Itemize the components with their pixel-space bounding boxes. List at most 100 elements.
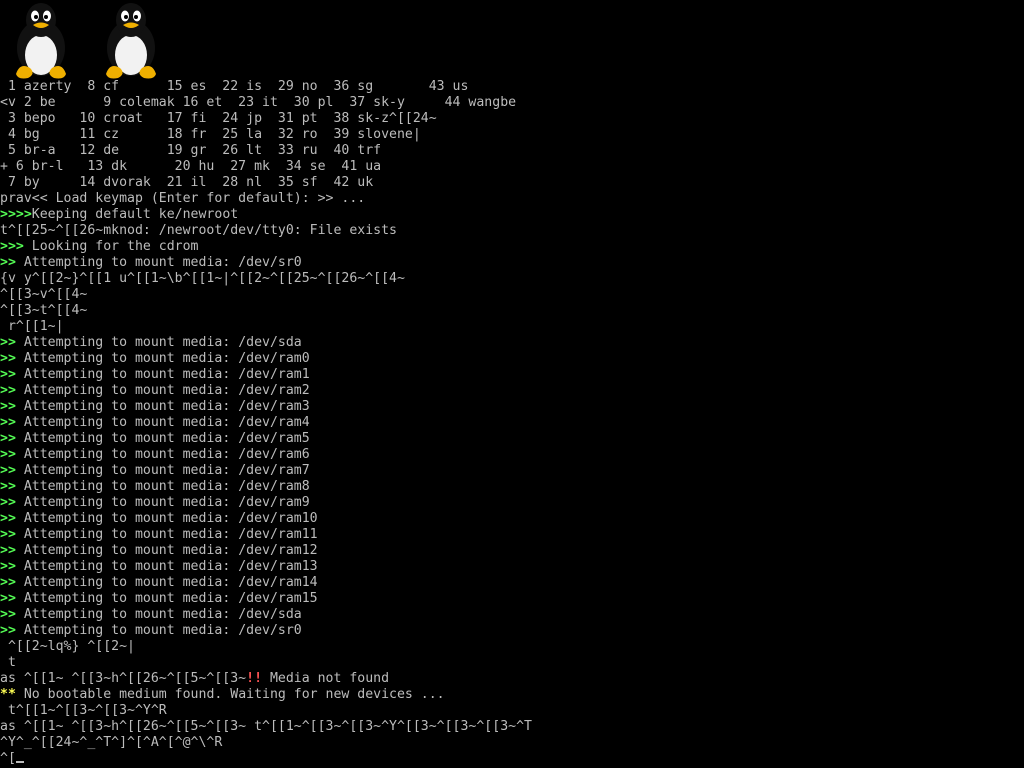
console-line: >> Attempting to mount media: /dev/ram6	[0, 447, 1024, 463]
line-prefix: >>	[0, 479, 16, 494]
console-line: >> Attempting to mount media: /dev/ram0	[0, 351, 1024, 367]
console-line: t^[[1~^[[3~^[[3~^Y^R	[0, 703, 1024, 719]
line-text: Attempting to mount media: /dev/ram15	[15, 591, 318, 606]
line-text: + 6 br-l 13 dk 20 hu 27 mk 34 se 41 ua	[0, 159, 382, 174]
console-line: as ^[[1~ ^[[3~h^[[26~^[[5~^[[3~ t^[[1~^[…	[0, 719, 1024, 735]
line-prefix: >>	[0, 383, 16, 398]
line-prefix: >>	[0, 543, 16, 558]
console-line: t	[0, 655, 1024, 671]
line-text: Attempting to mount media: /dev/ram12	[15, 543, 318, 558]
console-line: >> Attempting to mount media: /dev/ram4	[0, 415, 1024, 431]
console-line: t^[[25~^[[26~mknod: /newroot/dev/tty0: F…	[0, 223, 1024, 239]
console-line: ^[	[0, 751, 1024, 767]
text-cursor[interactable]	[15, 761, 24, 763]
line-prefix: >>	[0, 527, 16, 542]
console-line: prav<< Load keymap (Enter for default): …	[0, 191, 1024, 207]
line-text: Attempting to mount media: /dev/ram5	[15, 431, 310, 446]
line-prefix: >>	[0, 575, 16, 590]
console-line: 5 br-a 12 de 19 gr 26 lt 33 ru 40 trf	[0, 143, 1024, 159]
console-line: 4 bg 11 cz 18 fr 25 la 32 ro 39 slovene|	[0, 127, 1024, 143]
console-line: as ^[[1~ ^[[3~h^[[26~^[[5~^[[3~!! Media …	[0, 671, 1024, 687]
line-text: as ^[[1~ ^[[3~h^[[26~^[[5~^[[3~	[0, 671, 247, 686]
line-prefix: >>	[0, 495, 16, 510]
line-prefix: >>	[0, 335, 16, 350]
line-text: Attempting to mount media: /dev/ram1	[15, 367, 310, 382]
error-text: Media not found	[262, 671, 390, 686]
console-line: >>> Looking for the cdrom	[0, 239, 1024, 255]
console-line: >> Attempting to mount media: /dev/ram5	[0, 431, 1024, 447]
line-prefix: >>	[0, 415, 16, 430]
line-prefix: >>	[0, 447, 16, 462]
console-line: r^[[1~|	[0, 319, 1024, 335]
error-marker: !!	[246, 671, 263, 686]
console-line: 3 bepo 10 croat 17 fi 24 jp 31 pt 38 sk-…	[0, 111, 1024, 127]
line-prefix: >>	[0, 559, 16, 574]
line-text: 7 by 14 dvorak 21 il 28 nl 35 sf 42 uk	[0, 175, 374, 190]
line-prefix: >>	[0, 463, 16, 478]
console-line: >> Attempting to mount media: /dev/ram12	[0, 543, 1024, 559]
line-text: Attempting to mount media: /dev/sr0	[15, 623, 302, 638]
line-text: Looking for the cdrom	[23, 239, 199, 254]
line-text: ^[	[0, 751, 16, 766]
console-line: >> Attempting to mount media: /dev/ram15	[0, 591, 1024, 607]
line-text: Attempting to mount media: /dev/ram2	[15, 383, 310, 398]
console-line: 1 azerty 8 cf 15 es 22 is 29 no 36 sg 43…	[0, 79, 1024, 95]
line-prefix: >>	[0, 591, 16, 606]
line-text: Attempting to mount media: /dev/ram0	[15, 351, 310, 366]
line-text: No bootable medium found. Waiting for ne…	[15, 687, 445, 702]
line-text: ^[[2~lq%} ^[[2~|	[0, 639, 135, 654]
console-line: >> Attempting to mount media: /dev/sda	[0, 607, 1024, 623]
line-text: Attempting to mount media: /dev/sda	[15, 335, 302, 350]
console-line: >>>>Keeping default ke/newroot	[0, 207, 1024, 223]
line-text: Attempting to mount media: /dev/ram10	[15, 511, 318, 526]
line-text: Attempting to mount media: /dev/ram7	[15, 463, 310, 478]
console-line: >> Attempting to mount media: /dev/ram8	[0, 479, 1024, 495]
console-line: <v 2 be 9 colemak 16 et 23 it 30 pl 37 s…	[0, 95, 1024, 111]
console-line: >> Attempting to mount media: /dev/ram9	[0, 495, 1024, 511]
line-text: t^[[1~^[[3~^[[3~^Y^R	[0, 703, 167, 718]
line-text: Attempting to mount media: /dev/ram13	[15, 559, 318, 574]
console-line: >> Attempting to mount media: /dev/ram3	[0, 399, 1024, 415]
line-text: 3 bepo 10 croat 17 fi 24 jp 31 pt 38 sk-…	[0, 111, 437, 126]
line-prefix: **	[0, 687, 16, 702]
line-text: Attempting to mount media: /dev/ram9	[15, 495, 310, 510]
line-text: r^[[1~|	[0, 319, 64, 334]
line-text: ^[[3~t^[[4~	[0, 303, 88, 318]
tux-penguin-icon	[106, 3, 156, 79]
line-text: as ^[[1~ ^[[3~h^[[26~^[[5~^[[3~ t^[[1~^[…	[0, 719, 532, 734]
console-line: ^[[2~lq%} ^[[2~|	[0, 639, 1024, 655]
line-prefix: >>	[0, 367, 16, 382]
console-line: ** No bootable medium found. Waiting for…	[0, 687, 1024, 703]
console-line: >> Attempting to mount media: /dev/sr0	[0, 623, 1024, 639]
tux-penguin-icon	[16, 3, 66, 79]
console-line: >> Attempting to mount media: /dev/ram10	[0, 511, 1024, 527]
line-text: Attempting to mount media: /dev/sda	[15, 607, 302, 622]
line-prefix: >>	[0, 351, 16, 366]
line-text: t	[0, 655, 16, 670]
console-line: >> Attempting to mount media: /dev/ram13	[0, 559, 1024, 575]
line-prefix: >>>	[0, 239, 24, 254]
line-prefix: >>	[0, 255, 16, 270]
console-line: {v y^[[2~}^[[1 u^[[1~\b^[[1~|^[[2~^[[25~…	[0, 271, 1024, 287]
console-line: >> Attempting to mount media: /dev/sr0	[0, 255, 1024, 271]
console-line: ^[[3~v^[[4~	[0, 287, 1024, 303]
console-line: >> Attempting to mount media: /dev/ram2	[0, 383, 1024, 399]
line-text: ^Y^_^[[24~^_^T^]^[^A^[^@^\^R	[0, 735, 223, 750]
line-text: 4 bg 11 cz 18 fr 25 la 32 ro 39 slovene|	[0, 127, 421, 142]
line-text: ^[[3~v^[[4~	[0, 287, 88, 302]
line-prefix: >>	[0, 607, 16, 622]
line-text: Attempting to mount media: /dev/ram6	[15, 447, 310, 462]
console-line: >> Attempting to mount media: /dev/sda	[0, 335, 1024, 351]
console-output: 1 azerty 8 cf 15 es 22 is 29 no 36 sg 43…	[0, 79, 1024, 767]
console-line: >> Attempting to mount media: /dev/ram11	[0, 527, 1024, 543]
line-prefix: >>	[0, 511, 16, 526]
console-line: ^[[3~t^[[4~	[0, 303, 1024, 319]
console-line: >> Attempting to mount media: /dev/ram7	[0, 463, 1024, 479]
line-text: {v y^[[2~}^[[1 u^[[1~\b^[[1~|^[[2~^[[25~…	[0, 271, 405, 286]
line-text: 5 br-a 12 de 19 gr 26 lt 33 ru 40 trf	[0, 143, 382, 158]
line-text: prav<< Load keymap (Enter for default): …	[0, 191, 366, 206]
console-line: ^Y^_^[[24~^_^T^]^[^A^[^@^\^R	[0, 735, 1024, 751]
linux-boot-console: 1 azerty 8 cf 15 es 22 is 29 no 36 sg 43…	[0, 0, 1024, 768]
console-line: >> Attempting to mount media: /dev/ram14	[0, 575, 1024, 591]
line-prefix: >>>>	[0, 207, 32, 222]
